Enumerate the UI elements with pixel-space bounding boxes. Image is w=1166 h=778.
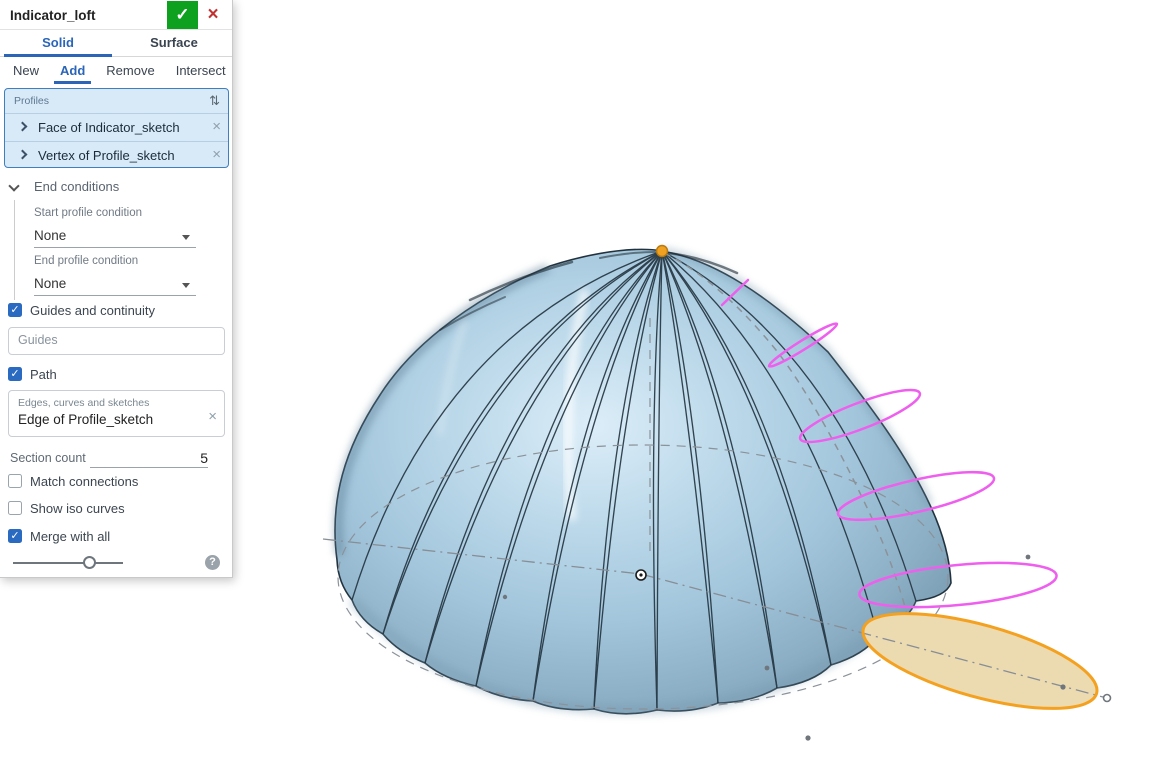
dialog-titlebar: ✓ ×: [0, 0, 232, 30]
profile-item-vertex[interactable]: Vertex of Profile_sketch ×: [5, 141, 228, 167]
profile-item-label: Face of Indicator_sketch: [38, 120, 180, 135]
help-icon[interactable]: ?: [205, 555, 220, 570]
end-conditions-label: End conditions: [34, 179, 120, 194]
section-indent-line: [14, 200, 15, 300]
boolean-tab-new[interactable]: New: [13, 58, 39, 83]
section-count-input[interactable]: [90, 448, 208, 468]
slider-knob[interactable]: [83, 556, 96, 569]
origin-marker[interactable]: [635, 569, 647, 581]
remove-path-icon[interactable]: ×: [208, 408, 217, 425]
path-label: Path: [30, 367, 57, 382]
remove-profile-icon[interactable]: ×: [212, 146, 221, 163]
checkbox-checked-icon: ✓: [8, 303, 22, 317]
remove-profile-icon[interactable]: ×: [212, 118, 221, 135]
profile-item-label: Vertex of Profile_sketch: [38, 148, 175, 163]
body-type-tabs: Solid Surface: [0, 30, 232, 57]
commit-button[interactable]: ✓: [167, 1, 198, 29]
boolean-tab-remove[interactable]: Remove: [106, 58, 154, 83]
checkbox-unchecked-icon: [8, 474, 22, 488]
boolean-tab-intersect[interactable]: Intersect: [176, 58, 226, 83]
section-count-label: Section count: [10, 451, 86, 465]
profiles-selection-box[interactable]: Profiles ⇅ Face of Indicator_sketch × Ve…: [4, 88, 229, 168]
profile-item-face[interactable]: Face of Indicator_sketch ×: [5, 113, 228, 141]
guides-selection-box[interactable]: [8, 327, 225, 355]
tab-solid[interactable]: Solid: [0, 30, 116, 57]
edges-curves-sketches-label: Edges, curves and sketches: [18, 397, 150, 409]
slider-track[interactable]: [13, 562, 123, 564]
chevron-right-icon: [17, 149, 28, 160]
path-end-marker[interactable]: [1102, 693, 1112, 703]
caret-down-icon: [182, 235, 190, 240]
guides-input[interactable]: [18, 333, 208, 347]
reorder-profiles-icon[interactable]: ⇅: [209, 93, 220, 109]
show-iso-curves-label: Show iso curves: [30, 501, 125, 516]
cancel-button[interactable]: ×: [200, 1, 226, 29]
match-connections-label: Match connections: [30, 474, 139, 489]
boolean-operation-tabs: New Add Remove Intersect: [0, 57, 232, 84]
tab-surface[interactable]: Surface: [116, 30, 232, 56]
feature-name-input[interactable]: [10, 5, 160, 25]
loft-dome-body[interactable]: [333, 247, 952, 715]
profiles-label: Profiles: [14, 95, 50, 107]
profiles-header: Profiles ⇅: [5, 89, 228, 113]
opacity-slider-row: ?: [13, 552, 220, 574]
loft-feature-dialog: ✓ × Solid Surface New Add Remove Interse…: [0, 0, 233, 578]
chevron-right-icon: [17, 121, 28, 132]
end-profile-condition-select[interactable]: None: [34, 274, 196, 296]
caret-down-icon: [182, 283, 190, 288]
checkbox-checked-icon: ✓: [8, 367, 22, 381]
checkbox-checked-icon: ✓: [8, 529, 22, 543]
start-profile-condition-select[interactable]: None: [34, 226, 196, 248]
guides-and-continuity-label: Guides and continuity: [30, 303, 156, 318]
boolean-tab-add[interactable]: Add: [53, 58, 92, 84]
path-selection-value: Edge of Profile_sketch: [18, 412, 154, 427]
section-count-row: Section count: [10, 448, 223, 470]
end-profile-condition-value: None: [34, 276, 67, 291]
start-profile-condition-value: None: [34, 228, 67, 243]
end-profile-condition-label: End profile condition: [34, 255, 139, 267]
checkbox-unchecked-icon: [8, 501, 22, 515]
chevron-down-icon: [8, 180, 20, 192]
start-profile-condition-label: Start profile condition: [34, 207, 143, 219]
merge-with-all-label: Merge with all: [30, 529, 111, 544]
path-selection-box[interactable]: Edges, curves and sketches Edge of Profi…: [8, 390, 225, 437]
apex-vertex[interactable]: [655, 244, 669, 258]
